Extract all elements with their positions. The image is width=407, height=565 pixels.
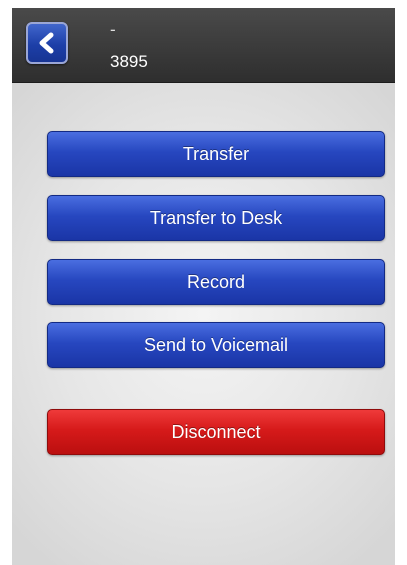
record-button[interactable]: Record — [47, 259, 385, 305]
send-to-voicemail-button[interactable]: Send to Voicemail — [47, 322, 385, 368]
caller-number: 3895 — [110, 52, 148, 71]
transfer-to-desk-button-label: Transfer to Desk — [149, 207, 283, 228]
disconnect-button[interactable]: Disconnect — [47, 409, 385, 455]
disconnect-button-label: Disconnect — [171, 421, 261, 442]
transfer-button-label: Transfer — [182, 143, 250, 164]
chevron-left-icon — [39, 32, 54, 54]
call-options-screen: - 3895 Transfer Transfer to Desk Record … — [12, 8, 395, 565]
caller-name: - — [110, 20, 116, 39]
send-to-voicemail-button-label: Send to Voicemail — [143, 334, 289, 355]
transfer-button[interactable]: Transfer — [47, 131, 385, 177]
transfer-to-desk-button[interactable]: Transfer to Desk — [47, 195, 385, 241]
record-button-label: Record — [186, 271, 246, 292]
call-header: - 3895 — [12, 8, 395, 83]
back-button[interactable] — [26, 22, 68, 64]
